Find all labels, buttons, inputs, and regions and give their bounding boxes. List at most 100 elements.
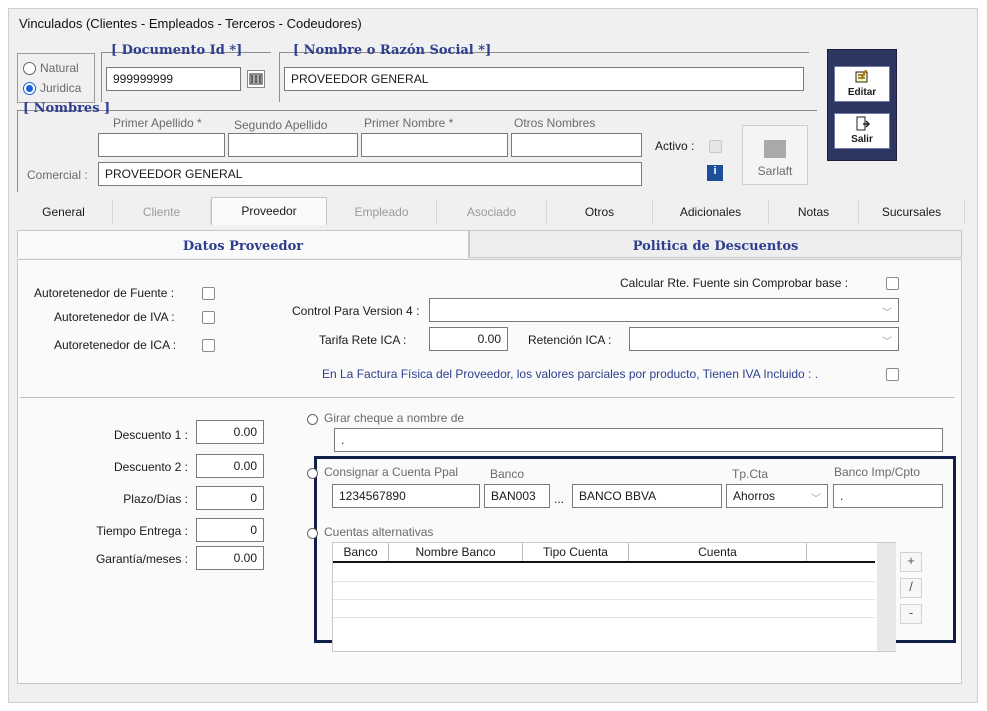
garantia-label: Garantía/meses : bbox=[95, 552, 188, 566]
otros-nombres-label: Otros Nombres bbox=[514, 116, 596, 130]
info-icon[interactable]: i bbox=[707, 165, 723, 181]
info-icon-glyph: i bbox=[713, 165, 717, 177]
nombres-group-label: [ Nombres ] bbox=[23, 101, 111, 116]
autoret-ica-checkbox[interactable] bbox=[202, 339, 215, 352]
segundo-apellido-input[interactable] bbox=[228, 133, 358, 157]
documento-input[interactable]: 999999999 bbox=[106, 67, 241, 91]
chevron-down-icon: ﹀ bbox=[882, 337, 892, 348]
autoret-fuente-checkbox[interactable] bbox=[202, 287, 215, 300]
factura-iva-checkbox[interactable] bbox=[886, 368, 899, 381]
exit-door-icon bbox=[856, 116, 870, 131]
retencion-ica-label: Retención ICA : bbox=[528, 333, 612, 347]
cuentas-alternativas-grid[interactable]: Banco Nombre Banco Tipo Cuenta Cuenta bbox=[332, 542, 896, 652]
documento-group-label: [ Documento Id *] bbox=[111, 43, 243, 58]
tab-proveedor[interactable]: Proveedor bbox=[211, 197, 327, 225]
consignar-radio[interactable] bbox=[307, 468, 318, 479]
autoret-iva-label: Autoretenedor de IVA : bbox=[54, 310, 175, 324]
tpcta-label: Tp.Cta bbox=[732, 467, 769, 481]
tab-empleado[interactable]: Empleado bbox=[327, 200, 437, 224]
tiempo-entrega-label: Tiempo Entrega : bbox=[96, 524, 188, 538]
banco-label: Banco bbox=[490, 467, 525, 481]
girar-radio[interactable] bbox=[307, 414, 318, 425]
main-tabs: General Cliente Proveedor Empleado Asoci… bbox=[15, 197, 965, 225]
tarifa-rete-ica-label: Tarifa Rete ICA : bbox=[319, 333, 407, 347]
descuento1-label: Descuento 1 : bbox=[113, 428, 188, 442]
grid-header-nombre-banco[interactable]: Nombre Banco bbox=[389, 543, 523, 561]
banco-name-input[interactable]: BANCO BBVA bbox=[572, 484, 722, 508]
subtab-politica-descuentos[interactable]: Politica de Descuentos bbox=[469, 230, 962, 258]
person-type-group: Natural Juridica bbox=[17, 53, 95, 103]
tab-general[interactable]: General bbox=[15, 200, 113, 224]
banco-code-input[interactable]: BAN003 bbox=[484, 484, 550, 508]
datos-proveedor-panel: Autoretenedor de Fuente : Autoretenedor … bbox=[17, 259, 962, 684]
alternativas-radio[interactable] bbox=[307, 528, 318, 539]
tab-adicionales[interactable]: Adicionales bbox=[653, 200, 769, 224]
girar-input[interactable]: . bbox=[334, 428, 943, 452]
primer-apellido-label: Primer Apellido * bbox=[113, 116, 202, 130]
barcode-button[interactable] bbox=[247, 70, 265, 88]
add-account-button[interactable]: + bbox=[900, 552, 922, 572]
tiempo-entrega-input[interactable]: 0 bbox=[196, 518, 264, 542]
salir-label: Salir bbox=[851, 134, 873, 145]
juridica-radio[interactable] bbox=[23, 82, 36, 95]
tab-cliente[interactable]: Cliente bbox=[113, 200, 211, 224]
salir-button[interactable]: Salir bbox=[834, 113, 890, 149]
tipo-cuenta-select[interactable]: Ahorros ﹀ bbox=[726, 484, 828, 508]
juridica-label: Juridica bbox=[40, 81, 82, 95]
banco-imp-input[interactable]: . bbox=[833, 484, 943, 508]
control-version-select[interactable]: ﹀ bbox=[429, 298, 899, 322]
barcode-icon bbox=[249, 73, 263, 85]
grid-header-banco[interactable]: Banco bbox=[333, 543, 389, 561]
chevron-down-icon: ﹀ bbox=[811, 494, 821, 505]
toolbar-panel: Editar Salir bbox=[827, 49, 897, 161]
grid-header-cuenta[interactable]: Cuenta bbox=[629, 543, 807, 561]
garantia-input[interactable]: 0.00 bbox=[196, 546, 264, 570]
girar-label: Girar cheque a nombre de bbox=[324, 411, 465, 425]
banco-lookup-button[interactable]: ... bbox=[554, 492, 564, 506]
descuento2-input[interactable]: 0.00 bbox=[196, 454, 264, 478]
grid-row-line bbox=[333, 599, 875, 600]
consignar-label: Consignar a Cuenta Ppal bbox=[324, 465, 459, 479]
editar-button[interactable]: Editar bbox=[834, 66, 890, 102]
comercial-input[interactable]: PROVEEDOR GENERAL bbox=[98, 162, 642, 186]
grid-header-tipo-cuenta[interactable]: Tipo Cuenta bbox=[523, 543, 629, 561]
descuento2-label: Descuento 2 : bbox=[113, 460, 188, 474]
control-version-label: Control Para Version 4 : bbox=[292, 304, 420, 318]
cuenta-ppal-input[interactable]: 1234567890 bbox=[332, 484, 480, 508]
section-divider bbox=[20, 397, 955, 398]
sarlaft-icon bbox=[764, 140, 786, 158]
autoret-iva-checkbox[interactable] bbox=[202, 311, 215, 324]
razon-social-input[interactable]: PROVEEDOR GENERAL bbox=[284, 67, 804, 91]
calcular-rte-label: Calcular Rte. Fuente sin Comprobar base … bbox=[620, 276, 849, 290]
comercial-label: Comercial : bbox=[27, 168, 88, 182]
plazo-input[interactable]: 0 bbox=[196, 486, 264, 510]
sarlaft-label: Sarlaft bbox=[757, 164, 793, 178]
autoret-ica-label: Autoretenedor de ICA : bbox=[54, 338, 177, 352]
otros-nombres-input[interactable] bbox=[511, 133, 642, 157]
chevron-down-icon: ﹀ bbox=[882, 308, 892, 319]
sarlaft-button[interactable]: Sarlaft bbox=[742, 125, 808, 185]
primer-apellido-input[interactable] bbox=[98, 133, 225, 157]
primer-nombre-input[interactable] bbox=[361, 133, 508, 157]
calcular-rte-checkbox[interactable] bbox=[886, 277, 899, 290]
banco-imp-label: Banco Imp/Cpto bbox=[834, 465, 921, 479]
remove-account-button[interactable]: - bbox=[900, 604, 922, 624]
descuento1-input[interactable]: 0.00 bbox=[196, 420, 264, 444]
tab-asociado[interactable]: Asociado bbox=[437, 200, 547, 224]
retencion-ica-select[interactable]: ﹀ bbox=[629, 327, 899, 351]
natural-label: Natural bbox=[40, 61, 79, 75]
subtab-datos-proveedor[interactable]: Datos Proveedor bbox=[17, 230, 469, 258]
tab-sucursales[interactable]: Sucursales bbox=[859, 200, 965, 224]
razon-social-group-label: [ Nombre o Razón Social *] bbox=[293, 43, 492, 58]
tarifa-rete-ica-input[interactable]: 0.00 bbox=[429, 327, 508, 351]
grid-header-underline bbox=[333, 561, 875, 563]
tab-otros[interactable]: Otros bbox=[547, 200, 653, 224]
natural-radio[interactable] bbox=[23, 62, 36, 75]
editar-label: Editar bbox=[847, 87, 877, 98]
edit-account-button[interactable]: / bbox=[900, 578, 922, 598]
grid-scrollbar[interactable] bbox=[877, 543, 896, 651]
tab-notas[interactable]: Notas bbox=[769, 200, 859, 224]
activo-checkbox[interactable] bbox=[709, 140, 722, 153]
edit-icon bbox=[855, 69, 868, 83]
activo-label: Activo : bbox=[655, 139, 695, 153]
